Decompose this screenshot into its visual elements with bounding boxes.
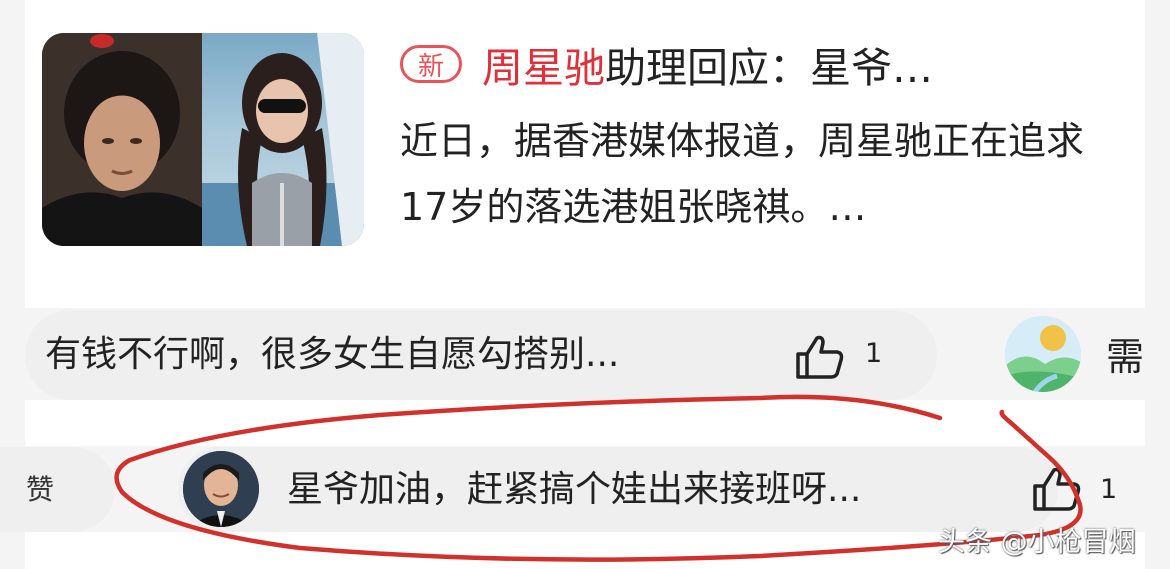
news-thumbnail[interactable] xyxy=(42,33,364,246)
news-summary[interactable]: 近日，据香港媒体报道，周星驰正在追求17岁的落选港姐张晓祺。… xyxy=(400,108,1090,240)
divider-strip xyxy=(25,400,1145,446)
left-comment-label: 赞 xyxy=(26,473,55,506)
comment-2-like-count: 1 xyxy=(1100,474,1118,505)
news-title-text[interactable]: 助理回应：星爷… xyxy=(605,34,933,94)
watermark: 头条 @小枪冒烟 xyxy=(938,527,1136,558)
thumbnail-man-photo xyxy=(42,33,202,246)
truncated-comment-text[interactable]: 需 xyxy=(1106,326,1144,381)
left-comment-fragment[interactable]: 赞 xyxy=(0,447,115,532)
news-title-highlight[interactable]: 周星驰 xyxy=(482,34,605,94)
comment-2-text[interactable]: 星爷加油，赶紧搞个娃出来接班呀... xyxy=(287,447,861,532)
thumbnail-woman-photo xyxy=(202,33,364,246)
comment-1-text[interactable]: 有钱不行啊，很多女生自愿勾搭别... xyxy=(45,310,619,400)
comment-1-like-count: 1 xyxy=(865,338,883,369)
new-badge: 新 xyxy=(400,45,462,83)
news-title[interactable]: 新 周星驰 助理回应：星爷… xyxy=(400,36,933,92)
user-avatar-landscape[interactable] xyxy=(1005,316,1081,392)
user-avatar-man[interactable] xyxy=(183,451,259,527)
thumbs-up-icon[interactable] xyxy=(795,334,845,380)
thumbs-up-icon[interactable] xyxy=(1032,466,1082,512)
comment-bubble-1[interactable]: 有钱不行啊，很多女生自愿勾搭别... 1 xyxy=(25,310,937,400)
